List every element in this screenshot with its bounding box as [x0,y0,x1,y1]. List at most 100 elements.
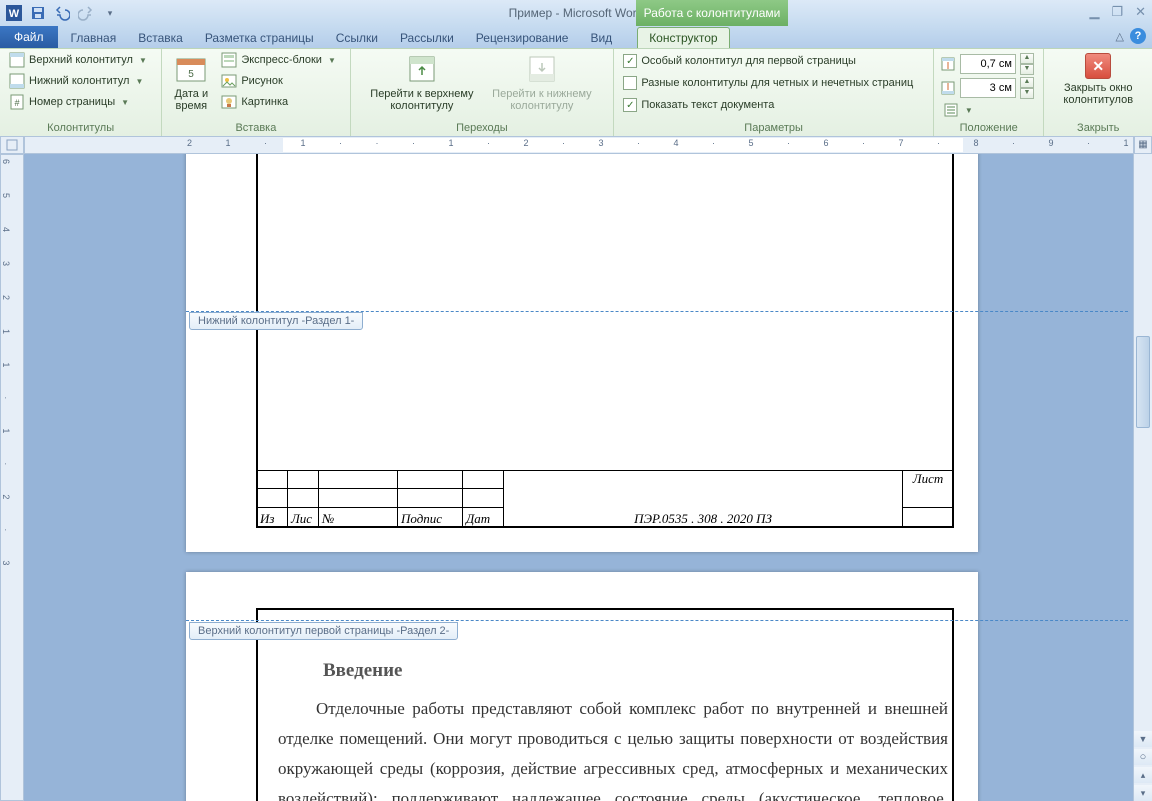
close-header-footer-button[interactable]: ✕ Закрыть окно колонтитулов [1054,51,1142,106]
close-hf-label: Закрыть окно колонтитулов [1054,82,1142,106]
header-button[interactable]: Верхний колонтитул▼ [6,51,150,69]
ribbon-tabs: Файл Главная Вставка Разметка страницы С… [0,26,1152,48]
contextual-tab-header: Работа с колонтитулами [636,0,788,26]
h-ruler-numbers: 21·1···1·2·3·4·5·6·7·8·9·10·11·12·13·14·… [187,138,1134,149]
group-label-options: Параметры [620,122,927,137]
close-icon: ✕ [1085,53,1111,79]
clipart-label: Картинка [241,96,288,108]
svg-text:W: W [9,8,20,20]
group-label-position: Положение [940,122,1038,137]
page-number-button[interactable]: # Номер страницы▼ [6,93,150,111]
scroll-thumb[interactable] [1136,336,1150,428]
word-icon[interactable]: W [3,2,25,24]
ruler-toggle-icon[interactable]: ▦ [1134,136,1152,154]
group-label-insert: Вставка [168,122,343,137]
first-page-checkbox[interactable]: ✓Особый колонтитул для первой страницы [620,53,916,69]
header-from-top-input[interactable]: 0,7 см ▲▼ [940,53,1034,75]
header-tag: Верхний колонтитул первой страницы -Разд… [189,622,458,640]
gost-no: № [319,507,398,527]
tab-references[interactable]: Ссылки [325,28,389,48]
document-area: 21·1···1·2·3·4·5·6·7·8·9·10·11·12·13·14·… [0,136,1152,801]
body-text: Введение Отделочные работы представляют … [278,656,948,801]
tab-review[interactable]: Рецензирование [465,28,580,48]
spin-down-icon[interactable]: ▼ [1020,64,1034,75]
group-label-close: Закрыть [1050,122,1146,137]
footer-bottom-value[interactable]: 3 см [960,78,1016,98]
help-icon[interactable]: ? [1130,28,1146,44]
title-bar: W ▾ Пример - Microsoft Word Работа с кол… [0,0,1152,26]
minimize-button[interactable]: ▁ [1089,4,1099,20]
picture-button[interactable]: Рисунок [218,72,339,90]
gost-date: Дат [463,507,504,527]
odd-even-label: Разные колонтитулы для четных и нечетных… [641,77,913,89]
vertical-ruler[interactable]: 6543211·1·2·3 [0,154,24,801]
prev-page-icon[interactable]: ▴ [1134,767,1152,783]
tab-view[interactable]: Вид [579,28,623,48]
goto-footer-label: Перейти к нижнему колонтитулу [487,88,597,112]
svg-text:5: 5 [189,69,195,80]
group-label-navigation: Переходы [357,122,608,137]
show-doc-label: Показать текст документа [641,99,774,111]
tab-home[interactable]: Главная [60,28,128,48]
redo-icon[interactable] [75,2,97,24]
group-label-headers: Колонтитулы [6,122,155,137]
window-controls: ▁ ❐ ✕ [1089,4,1146,20]
heading-intro: Введение [323,656,948,686]
next-page-icon[interactable]: ▾ [1134,785,1152,801]
undo-icon[interactable] [51,2,73,24]
spin-down-icon[interactable]: ▼ [1020,88,1034,99]
ribbon: Верхний колонтитул▼ Нижний колонтитул▼ #… [0,48,1152,138]
header-label: Верхний колонтитул [29,54,133,66]
save-icon[interactable] [27,2,49,24]
footer-button[interactable]: Нижний колонтитул▼ [6,72,150,90]
window-title: Пример - Microsoft Word [0,6,1152,20]
quick-access-toolbar: W ▾ [0,2,121,24]
first-page-label: Особый колонтитул для первой страницы [641,55,856,67]
page-2: Верхний колонтитул первой страницы -Разд… [186,572,978,801]
spin-up-icon[interactable]: ▲ [1020,77,1034,88]
document-canvas[interactable]: Нижний колонтитул -Раздел 1- ПЭР.0535 . … [24,154,1134,801]
paragraph-1: Отделочные работы представляют собой ком… [278,694,948,801]
qat-customize-icon[interactable]: ▾ [99,2,121,24]
tab-mailings[interactable]: Рассылки [389,28,465,48]
restore-button[interactable]: ❐ [1111,4,1123,20]
datetime-label: Дата и время [168,88,214,112]
scroll-down-icon[interactable]: ▼ [1134,731,1152,747]
close-button[interactable]: ✕ [1135,4,1146,20]
gost-list: Лис [288,507,319,527]
goto-footer-button: Перейти к нижнему колонтитулу [487,51,597,112]
quick-parts-label: Экспресс-блоки [241,54,322,66]
vertical-scrollbar[interactable]: ▲ ▼ ○ ▴ ▾ [1133,136,1152,801]
tab-insert[interactable]: Вставка [127,28,194,48]
footer-tag: Нижний колонтитул -Раздел 1- [189,312,363,330]
sheet-label: Лист [903,471,954,508]
insert-alignment-tab-button[interactable]: ▼ [940,101,1034,119]
spin-up-icon[interactable]: ▲ [1020,53,1034,64]
gost-izm: Из [257,507,288,527]
svg-text:#: # [14,98,19,108]
gost-stamp: ПЭР.0535 . 308 . 2020 ПЗ Лист Из Лис № П… [256,470,954,528]
page-1: Нижний колонтитул -Раздел 1- ПЭР.0535 . … [186,154,978,552]
odd-even-checkbox[interactable]: Разные колонтитулы для четных и нечетных… [620,75,916,91]
goto-header-label: Перейти к верхнему колонтитулу [367,88,477,112]
page-number-label: Номер страницы [29,96,115,108]
tab-page-layout[interactable]: Разметка страницы [194,28,325,48]
ruler-corner[interactable] [0,136,24,154]
clipart-button[interactable]: Картинка [218,93,339,111]
quick-parts-button[interactable]: Экспресс-блоки▼ [218,51,339,69]
file-tab[interactable]: Файл [0,26,58,48]
minimize-ribbon-icon[interactable]: △ [1116,30,1124,43]
doc-code: ПЭР.0535 . 308 . 2020 ПЗ [504,471,903,528]
picture-label: Рисунок [241,75,283,87]
datetime-button[interactable]: 5 Дата и время [168,51,214,112]
goto-header-button[interactable]: Перейти к верхнему колонтитулу [367,51,477,112]
v-ruler-numbers: 6543211·1·2·3 [1,155,11,594]
tab-design-active[interactable]: Конструктор [637,27,729,48]
browse-object-icon[interactable]: ○ [1134,749,1152,765]
horizontal-ruler[interactable]: 21·1···1·2·3·4·5·6·7·8·9·10·11·12·13·14·… [24,136,1134,154]
footer-from-bottom-input[interactable]: 3 см ▲▼ [940,77,1034,99]
footer-label: Нижний колонтитул [29,75,129,87]
gost-sign: Подпис [398,507,463,527]
show-doc-checkbox[interactable]: ✓Показать текст документа [620,97,916,113]
header-top-value[interactable]: 0,7 см [960,54,1016,74]
